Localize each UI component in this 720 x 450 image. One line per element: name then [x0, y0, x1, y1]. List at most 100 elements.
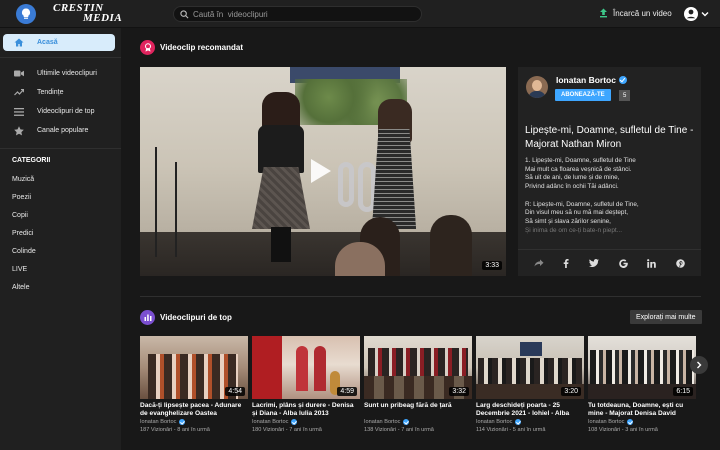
video-card-title[interactable]: Larg deschideți poarta - 25 Decembrie 20… [476, 402, 584, 418]
video-frame-person [430, 215, 472, 276]
video-thumbnail[interactable]: 4:54 [140, 336, 248, 399]
lightbulb-menu-icon[interactable] [16, 4, 36, 24]
video-card-channel-name: Ionatan Bortoc [476, 419, 513, 425]
bar-chart-icon [140, 310, 155, 325]
linkedin-icon[interactable] [647, 258, 657, 268]
featured-section-header: Videoclip recomandat [140, 40, 243, 55]
video-card[interactable]: 4:59 Lacrimi, plâns și durere - Denisa ș… [252, 336, 360, 433]
sidebar-category-kids[interactable]: Copii [0, 206, 121, 224]
categories-heading: CATEGORII [12, 157, 51, 164]
search-input[interactable] [193, 9, 413, 19]
video-card-channel-name: Ionatan Bortoc [252, 419, 289, 425]
video-frame-decoration [338, 162, 354, 207]
video-title[interactable]: Lipește-mi, Doamne, sufletul de Tine - M… [525, 124, 697, 152]
sidebar-item-home[interactable]: Acasă [3, 34, 115, 51]
site-logo[interactable]: CRESTIN MEDIA [53, 3, 122, 25]
home-icon [12, 38, 26, 47]
video-card[interactable]: 6:15 Tu totdeauna, Doamne, ești cu mine … [588, 336, 696, 433]
account-menu[interactable] [684, 7, 709, 21]
video-card-channel[interactable]: Ionatan Bortoc [588, 419, 696, 425]
video-card-title[interactable]: Sunt un pribeag fără de țară [364, 402, 472, 418]
video-card-channel-name: Ionatan Bortoc [588, 419, 625, 425]
carousel-next-button[interactable] [690, 356, 708, 374]
twitter-icon[interactable] [589, 259, 600, 267]
sidebar-item-label: Tendințe [37, 89, 64, 96]
share-icon[interactable] [534, 259, 544, 267]
sidebar-category-sermons[interactable]: Predici [0, 224, 121, 242]
verified-icon [627, 419, 634, 425]
video-thumbnail[interactable]: 4:59 [252, 336, 360, 399]
explore-more-button[interactable]: Explorați mai multe [630, 310, 702, 324]
video-duration: 3:33 [482, 261, 502, 270]
pinterest-icon[interactable] [676, 258, 685, 268]
video-duration: 4:59 [337, 387, 357, 396]
video-thumbnail[interactable]: 6:15 [588, 336, 696, 399]
video-card-channel[interactable]: Ionatan Bortoc [364, 419, 472, 425]
verified-icon [515, 419, 522, 425]
sidebar-category-live[interactable]: LIVE [0, 260, 121, 278]
video-card-meta: 138 Vizionări - 7 ani în urmă [364, 427, 434, 433]
avatar-shoulders [528, 91, 546, 98]
user-avatar-icon [684, 7, 698, 21]
verified-icon [179, 419, 186, 425]
top-videos-carousel: 4:54 Dacă-ți lipsește pacea - Adunare de… [140, 336, 701, 450]
video-thumbnail[interactable]: 3:32 [364, 336, 472, 399]
sidebar-category-music[interactable]: Muzică [0, 170, 121, 188]
sidebar-item-label: Videoclipuri de top [37, 108, 95, 115]
thumbnail-art [368, 348, 468, 376]
sidebar-category-poems[interactable]: Poezii [0, 188, 121, 206]
sidebar-category-other[interactable]: Altele [0, 278, 121, 296]
sidebar-divider [0, 148, 121, 149]
thumbnail-art [520, 342, 542, 356]
thumbnail-art [590, 350, 694, 386]
facebook-icon[interactable] [563, 258, 570, 268]
featured-info-panel: Ionatan Bortoc ABONEAZĂ-TE 5 Lipește-mi,… [518, 67, 701, 276]
upload-video-button[interactable]: Încarcă un video [599, 8, 672, 18]
upload-label: Încarcă un video [613, 8, 672, 18]
video-duration: 4:54 [225, 387, 245, 396]
video-card[interactable]: 3:32 Sunt un pribeag fără de țară Ionata… [364, 336, 472, 433]
thumbnail-art [296, 346, 308, 391]
video-card-channel[interactable]: Ionatan Bortoc [252, 419, 360, 425]
video-frame-person [258, 125, 304, 173]
video-card-channel-name: Ionatan Bortoc [364, 419, 401, 425]
video-card-title[interactable]: Dacă-ți lipsește pacea - Adunare de evan… [140, 402, 248, 418]
verified-icon [618, 76, 627, 84]
lyrics-line: Să uit de ani, de lume și de mine, [525, 174, 620, 182]
video-card[interactable]: 3:20 Larg deschideți poarta - 25 Decembr… [476, 336, 584, 433]
video-frame-decoration [358, 162, 376, 212]
google-icon[interactable] [619, 258, 628, 268]
video-frame-decoration [175, 162, 177, 257]
play-icon[interactable] [311, 159, 331, 183]
lyrics-line: R: Lipește-mi, Doamne, sufletul de Tine, [525, 200, 639, 208]
video-card-channel[interactable]: Ionatan Bortoc [140, 419, 248, 425]
thumbnail-art [314, 346, 326, 391]
video-duration: 6:15 [673, 387, 693, 396]
video-card-channel[interactable]: Ionatan Bortoc [476, 419, 584, 425]
video-card-meta: 108 Vizionări - 3 ani în urmă [588, 427, 658, 433]
award-icon [140, 40, 155, 55]
sidebar-item-popular-channels[interactable]: Canale populare [0, 121, 121, 140]
featured-video-player[interactable]: 3:33 [140, 67, 506, 276]
lyrics-line: Să simt și slava zărilor senine, [525, 217, 611, 225]
sidebar-item-trending[interactable]: Tendințe [0, 83, 121, 102]
video-card-meta: 114 Vizionări - 5 ani în urmă [476, 427, 546, 433]
channel-avatar[interactable] [526, 76, 548, 98]
search-box[interactable] [173, 6, 422, 22]
featured-section-title: Videoclip recomandat [160, 43, 243, 52]
sidebar-category-carols[interactable]: Colinde [0, 242, 121, 260]
subscriber-count: 5 [619, 90, 631, 101]
lyrics-line: Privind adânc în ochii Tăi adânci. [525, 183, 619, 191]
lyrics-line: Mai mult ca floarea veșnică de stânci. [525, 165, 632, 173]
video-card[interactable]: 4:54 Dacă-ți lipsește pacea - Adunare de… [140, 336, 248, 433]
video-card-title[interactable]: Tu totdeauna, Doamne, ești cu mine - Maj… [588, 402, 696, 418]
channel-name[interactable]: Ionatan Bortoc [556, 75, 627, 85]
video-card-title[interactable]: Lacrimi, plâns și durere - Denisa și Dia… [252, 402, 360, 418]
video-card-channel-name: Ionatan Bortoc [140, 419, 177, 425]
sidebar-item-latest-videos[interactable]: Ultimile videoclipuri [0, 64, 121, 83]
subscribe-button[interactable]: ABONEAZĂ-TE [555, 89, 611, 101]
video-thumbnail[interactable]: 3:20 [476, 336, 584, 399]
upload-icon [600, 8, 607, 18]
sidebar-item-top-videos[interactable]: Videoclipuri de top [0, 102, 121, 121]
verified-icon [291, 419, 298, 425]
